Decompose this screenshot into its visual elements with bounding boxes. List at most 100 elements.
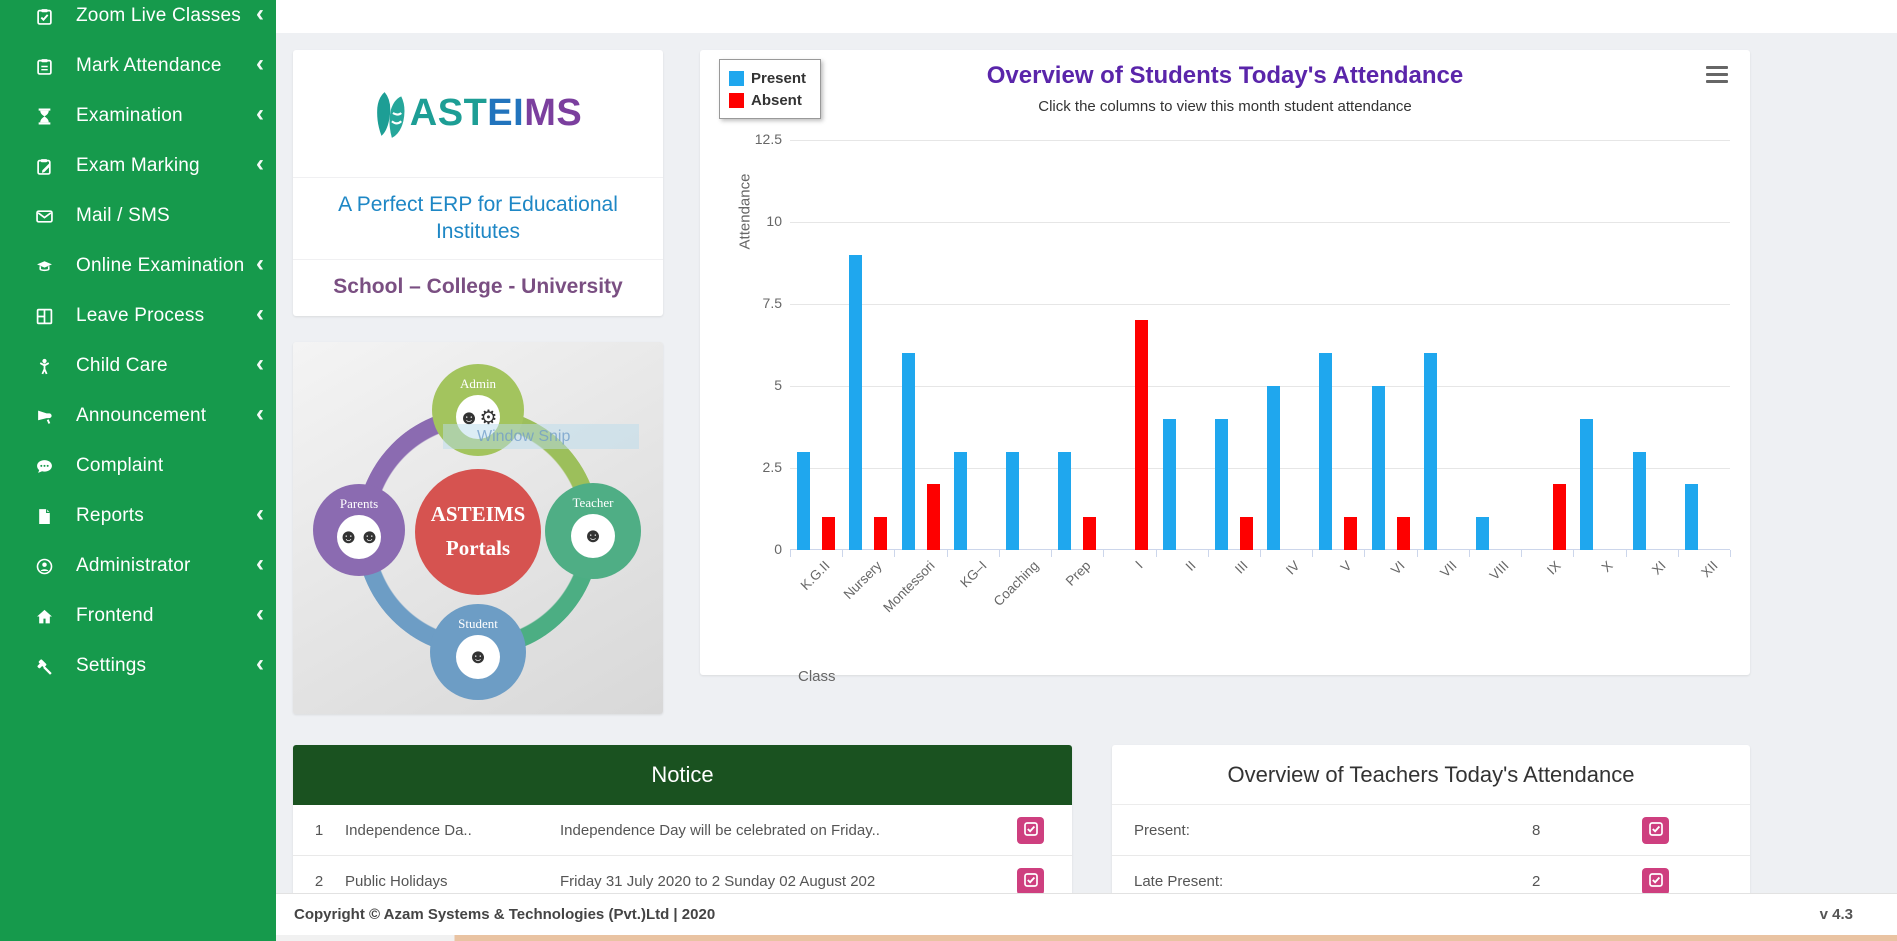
y-tick-label: 0 xyxy=(732,541,782,557)
checkbox-icon xyxy=(1024,822,1038,839)
sidebar-item-leave-process[interactable]: Leave Process‹ xyxy=(0,291,276,341)
chart-subtitle: Click the columns to view this month stu… xyxy=(700,98,1750,115)
x-tick-mark xyxy=(1260,550,1261,557)
checkbox-icon xyxy=(1649,822,1663,839)
portal-node-student: Student ☻ xyxy=(430,604,526,700)
logo-row: ASTEIMS xyxy=(293,50,663,178)
sidebar-item-mark-attendance[interactable]: Mark Attendance ‹ xyxy=(0,41,276,91)
sidebar-item-mail-sms[interactable]: Mail / SMS xyxy=(0,191,276,241)
teacher-row-value: 2 xyxy=(1532,873,1642,890)
chart-plot-area: Attendance 02.557.51012.5K.G.IINurseryMo… xyxy=(790,140,1730,550)
notice-row-title: Independence Da.. xyxy=(345,822,560,839)
sidebar-item-examination[interactable]: Examination‹ xyxy=(0,91,276,141)
notice-view-button[interactable] xyxy=(1017,817,1044,844)
y-tick-label: 10 xyxy=(732,213,782,229)
sidebar-item-administrator[interactable]: Administrator‹ xyxy=(0,541,276,591)
dashboard-screen: Zoom Live Classes‹ Mark Attendance ‹ Examin… xyxy=(0,0,1897,941)
bar-present-V[interactable] xyxy=(1319,353,1332,550)
sidebar-item-reports[interactable]: Reports‹ xyxy=(0,491,276,541)
sidebar-item-exam-marking[interactable]: Exam Marking‹ xyxy=(0,141,276,191)
chevron-left-icon: ‹ xyxy=(256,352,264,376)
bar-present-III[interactable] xyxy=(1215,419,1228,550)
y-tick-label: 12.5 xyxy=(732,131,782,147)
horizontal-scrollbar[interactable] xyxy=(276,935,1897,941)
bar-absent-Montessori[interactable] xyxy=(927,484,940,550)
x-tick-label: XI xyxy=(1649,558,1669,578)
teacher-view-button[interactable] xyxy=(1642,868,1669,895)
bar-absent-IX[interactable] xyxy=(1553,484,1566,550)
portal-node-label: Admin xyxy=(432,376,524,392)
notice-rows: 1Independence Da..Independence Day will … xyxy=(293,805,1072,907)
bar-present-Montessori[interactable] xyxy=(902,353,915,550)
chevron-left-icon: ‹ xyxy=(256,502,264,526)
bar-present-VIII[interactable] xyxy=(1476,517,1489,550)
bar-absent-I[interactable] xyxy=(1135,320,1148,550)
x-tick-mark xyxy=(999,550,1000,557)
notice-view-button[interactable] xyxy=(1017,868,1044,895)
bar-absent-Nursery[interactable] xyxy=(874,517,887,550)
bar-absent-VI[interactable] xyxy=(1397,517,1410,550)
clipboard-check-icon xyxy=(36,7,66,25)
bar-present-II[interactable] xyxy=(1163,419,1176,550)
bar-present-K.G.II[interactable] xyxy=(797,452,810,550)
chevron-left-icon: ‹ xyxy=(256,52,264,76)
teacher-view-button[interactable] xyxy=(1642,817,1669,844)
teacher-avatar-icon: ☻ xyxy=(571,514,615,558)
school-college-university: School – College - University xyxy=(293,260,663,314)
bar-present-IV[interactable] xyxy=(1267,386,1280,550)
portal-node-label: Student xyxy=(430,616,526,632)
sidebar-item-label: Exam Marking xyxy=(76,155,200,177)
x-tick-label: II xyxy=(1182,558,1198,574)
bar-present-KG–I[interactable] xyxy=(954,452,967,550)
x-axis-title: Class xyxy=(798,668,836,685)
portal-node-label: Teacher xyxy=(545,495,641,511)
sidebar-item-announcement[interactable]: Announcement‹ xyxy=(0,391,276,441)
x-tick-label: VIII xyxy=(1487,558,1512,583)
copyright-text: Copyright © Azam Systems & Technologies … xyxy=(294,906,1820,923)
chevron-left-icon: ‹ xyxy=(256,602,264,626)
teachers-attendance-card: Overview of Teachers Today's Attendance … xyxy=(1112,745,1750,907)
bar-present-X[interactable] xyxy=(1580,419,1593,550)
sidebar-item-complaint[interactable]: Complaint xyxy=(0,441,276,491)
bar-present-Nursery[interactable] xyxy=(849,255,862,550)
chat-bubble-icon xyxy=(36,457,66,475)
checkbox-icon xyxy=(1024,873,1038,890)
chart-menu-icon[interactable] xyxy=(1706,66,1728,83)
bar-present-Prep[interactable] xyxy=(1058,452,1071,550)
bar-absent-V[interactable] xyxy=(1344,517,1357,550)
x-tick-mark xyxy=(1312,550,1313,557)
clipboard-pencil-icon xyxy=(36,157,66,175)
gavel-icon xyxy=(36,657,66,675)
hourglass-icon xyxy=(36,107,66,125)
bar-absent-K.G.II[interactable] xyxy=(822,517,835,550)
sidebar-item-online-examination[interactable]: Online Examination‹ xyxy=(0,241,276,291)
checkbox-icon xyxy=(1649,873,1663,890)
x-tick-label: KG–I xyxy=(957,558,989,590)
sidebar-item-frontend[interactable]: Frontend‹ xyxy=(0,591,276,641)
chart-legend: PresentAbsent xyxy=(719,59,821,119)
megaphone-icon xyxy=(36,407,66,425)
sidebar-item-zoom-live-classes[interactable]: Zoom Live Classes‹ xyxy=(0,0,276,41)
bar-absent-III[interactable] xyxy=(1240,517,1253,550)
bar-absent-Prep[interactable] xyxy=(1083,517,1096,550)
x-tick-label: V xyxy=(1338,558,1355,575)
legend-item-absent[interactable]: Absent xyxy=(729,89,806,111)
bar-present-VI[interactable] xyxy=(1372,386,1385,550)
bar-present-XII[interactable] xyxy=(1685,484,1698,550)
window-snip-watermark: Window Snip xyxy=(443,424,639,449)
sidebar-item-child-care[interactable]: Child Care‹ xyxy=(0,341,276,391)
notice-card: Notice 1Independence Da..Independence Da… xyxy=(293,745,1072,907)
x-tick-mark xyxy=(947,550,948,557)
bar-present-XI[interactable] xyxy=(1633,452,1646,550)
bar-present-VII[interactable] xyxy=(1424,353,1437,550)
asteims-logo: ASTEIMS xyxy=(374,88,582,140)
sidebar-item-settings[interactable]: Settings‹ xyxy=(0,641,276,691)
sidebar-item-label: Complaint xyxy=(76,455,163,477)
student-avatar-icon: ☻ xyxy=(456,635,500,679)
x-tick-mark xyxy=(1051,550,1052,557)
bar-present-Coaching[interactable] xyxy=(1006,452,1019,550)
legend-item-present[interactable]: Present xyxy=(729,67,806,89)
sidebar-item-label: Mark Attendance xyxy=(76,55,222,77)
x-tick-label: IV xyxy=(1283,558,1303,578)
chart-title: Overview of Students Today's Attendance xyxy=(700,62,1750,90)
